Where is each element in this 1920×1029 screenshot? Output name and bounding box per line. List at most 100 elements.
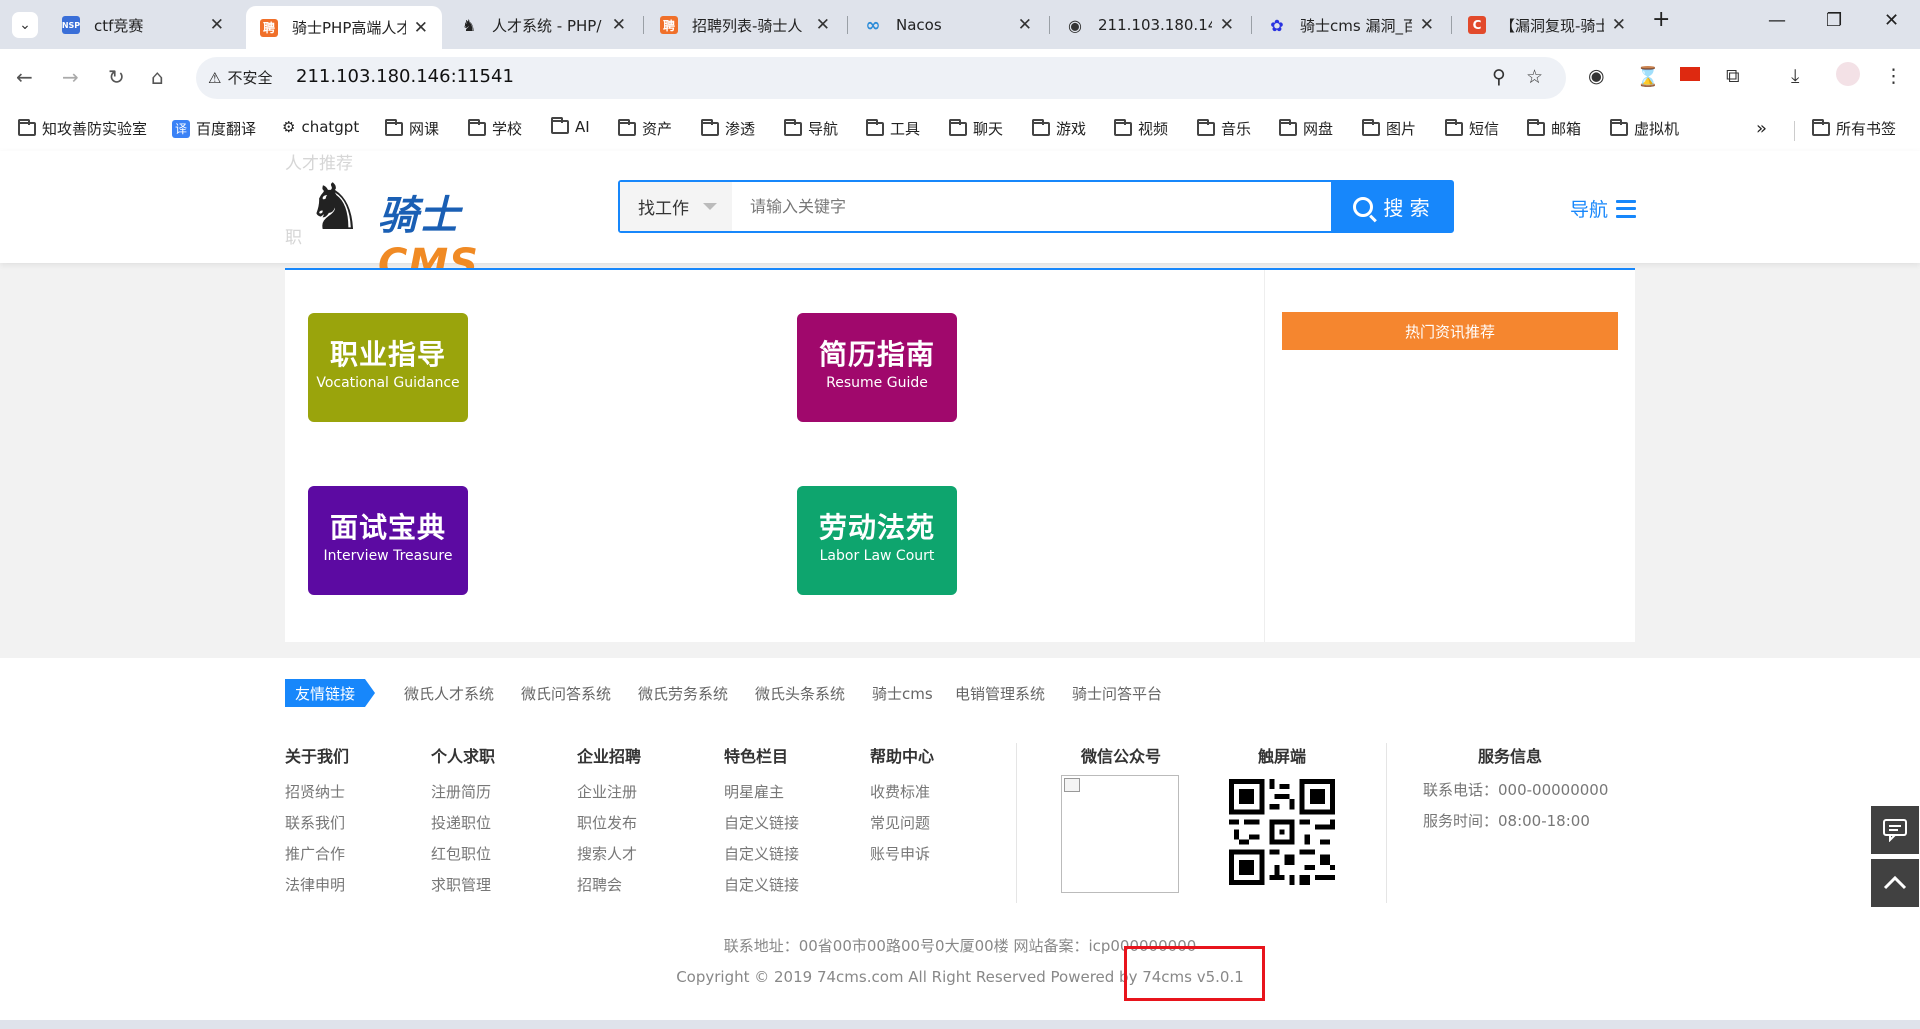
close-icon[interactable]: ✕ [1220, 15, 1234, 35]
search-button[interactable]: 搜 索 [1331, 182, 1452, 231]
footer-link[interactable]: 明星雇主 [724, 781, 799, 812]
omnibox[interactable]: ⚠ 不安全 211.103.180.146:11541 ⚲ ☆ [196, 57, 1566, 99]
bookmark-item[interactable]: 译百度翻译 [172, 118, 256, 139]
footer-link[interactable]: 招贤纳士 [285, 781, 349, 812]
bookmark-item[interactable]: 视频 [1114, 118, 1168, 139]
tab-2[interactable]: ♞ 人才系统 - PHP/ ✕ [446, 8, 640, 42]
tab-1-active[interactable]: 聘 骑士PHP高端人才 ✕ [246, 6, 442, 49]
site-footer: 友情链接 微氏人才系统 微氏问答系统 微氏劳务系统 微氏头条系统 骑士cms 电… [0, 658, 1920, 1029]
site-logo[interactable]: ♞ 骑士CMS [306, 167, 536, 287]
close-icon[interactable]: ✕ [210, 15, 224, 35]
footer-link[interactable]: 红包职位 [431, 843, 495, 874]
site-header: 人才推荐 职 ♞ 骑士CMS 找工作 搜 索 导航 [0, 151, 1920, 287]
tab-search-chevron-icon[interactable]: ⌄ [12, 12, 38, 38]
bookmark-item[interactable]: 邮箱 [1527, 118, 1581, 139]
card-resume-guide[interactable]: 简历指南 Resume Guide [797, 313, 957, 422]
tab-0[interactable]: NSP ctf竞赛 ✕ [48, 8, 238, 42]
minimize-icon[interactable]: — [1768, 10, 1786, 31]
footer-link[interactable]: 搜索人才 [577, 843, 641, 874]
footer-link[interactable]: 求职管理 [431, 874, 495, 905]
folder-icon [949, 118, 967, 136]
close-icon[interactable]: ✕ [1420, 15, 1434, 35]
card-labor-law-court[interactable]: 劳动法苑 Labor Law Court [797, 486, 957, 595]
tab-3[interactable]: 聘 招聘列表-骑士人 ✕ [646, 8, 844, 42]
close-icon[interactable]: ✕ [1612, 15, 1626, 35]
back-to-top-button[interactable] [1871, 859, 1919, 907]
folder-icon [1527, 118, 1545, 136]
search-input[interactable] [732, 182, 1332, 231]
tab-5[interactable]: ◉ 211.103.180.14 ✕ [1052, 8, 1248, 42]
more-bookmarks-chevron-icon[interactable]: » [1756, 118, 1767, 139]
bookmark-item[interactable]: AI [551, 117, 590, 136]
bookmark-item[interactable]: 音乐 [1197, 118, 1251, 139]
restore-icon[interactable]: ❐ [1826, 10, 1842, 31]
footer-link[interactable]: 自定义链接 [724, 843, 799, 874]
china-flag-icon[interactable] [1680, 67, 1700, 81]
footer-link[interactable]: 注册简历 [431, 781, 495, 812]
new-tab-plus-icon[interactable]: + [1652, 7, 1670, 32]
footer-link[interactable]: 联系我们 [285, 812, 349, 843]
friend-link[interactable]: 微氏头条系统 [755, 683, 845, 704]
not-secure-badge[interactable]: ⚠ 不安全 [208, 67, 272, 88]
tab-7[interactable]: C 【漏洞复现-骑士 ✕ [1454, 8, 1640, 42]
bookmark-item[interactable]: 导航 [784, 118, 838, 139]
bookmark-item[interactable]: 虚拟机 [1610, 118, 1679, 139]
home-icon[interactable]: ⌂ [151, 65, 164, 89]
profile-avatar[interactable] [1836, 62, 1860, 86]
close-icon[interactable]: ✕ [816, 15, 830, 35]
search-type-select[interactable]: 找工作 [620, 182, 732, 231]
friend-link[interactable]: 电销管理系统 [955, 683, 1045, 704]
bookmark-item[interactable]: 短信 [1445, 118, 1499, 139]
friend-link[interactable]: 骑士问答平台 [1072, 683, 1162, 704]
bookmark-item[interactable]: 知攻善防实验室 [18, 118, 147, 139]
menu-kebab-icon[interactable]: ⋮ [1884, 65, 1903, 87]
close-icon[interactable]: ✕ [414, 18, 428, 38]
footer-link[interactable]: 职位发布 [577, 812, 641, 843]
forward-arrow-icon[interactable]: → [62, 65, 79, 89]
card-vocational-guidance[interactable]: 职业指导 Vocational Guidance [308, 313, 468, 422]
footer-link[interactable]: 法律申明 [285, 874, 349, 905]
friend-link[interactable]: 微氏人才系统 [404, 683, 494, 704]
close-icon[interactable]: ✕ [1018, 15, 1032, 35]
feedback-chat-button[interactable] [1871, 806, 1919, 854]
bookmark-item[interactable]: 网盘 [1279, 118, 1333, 139]
reload-icon[interactable]: ↻ [108, 65, 125, 89]
footer-link[interactable]: 自定义链接 [724, 812, 799, 843]
friend-link[interactable]: 微氏劳务系统 [638, 683, 728, 704]
csdn-favicon-icon: C [1468, 16, 1486, 34]
footer-link[interactable]: 账号申诉 [870, 843, 934, 874]
download-icon[interactable]: ⤓ [1791, 65, 1799, 87]
footer-link[interactable]: 招聘会 [577, 874, 641, 905]
bookmark-item[interactable]: 资产 [618, 118, 672, 139]
footer-link[interactable]: 常见问题 [870, 812, 934, 843]
friend-link[interactable]: 骑士cms [872, 683, 933, 704]
bookmark-item[interactable]: ⚙ chatgpt [282, 118, 359, 136]
bookmark-item[interactable]: 网课 [385, 118, 439, 139]
extensions-puzzle-icon[interactable]: ⧉ [1726, 65, 1740, 87]
extension-circle-icon[interactable]: ◉ [1588, 65, 1605, 87]
zoom-icon[interactable]: ⚲ [1492, 66, 1506, 88]
close-icon[interactable]: ✕ [612, 15, 626, 35]
nav-menu-button[interactable]: 导航 [1570, 195, 1637, 222]
footer-link[interactable]: 收费标准 [870, 781, 934, 812]
bookmark-item[interactable]: 学校 [468, 118, 522, 139]
bookmark-item[interactable]: 游戏 [1032, 118, 1086, 139]
all-bookmarks[interactable]: 所有书签 [1812, 118, 1896, 139]
window-close-icon[interactable]: ✕ [1884, 10, 1899, 31]
footer-link[interactable]: 企业注册 [577, 781, 641, 812]
friend-link[interactable]: 微氏问答系统 [521, 683, 611, 704]
back-arrow-icon[interactable]: ← [16, 65, 33, 89]
url-text[interactable]: 211.103.180.146:11541 [296, 66, 514, 87]
bookmark-star-icon[interactable]: ☆ [1526, 66, 1543, 88]
footer-link[interactable]: 推广合作 [285, 843, 349, 874]
footer-link[interactable]: 自定义链接 [724, 874, 799, 905]
bookmark-item[interactable]: 图片 [1362, 118, 1416, 139]
extension-hourglass-icon[interactable]: ⌛ [1636, 65, 1660, 88]
card-interview-treasure[interactable]: 面试宝典 Interview Treasure [308, 486, 468, 595]
footer-link[interactable]: 投递职位 [431, 812, 495, 843]
bookmark-item[interactable]: 工具 [866, 118, 920, 139]
tab-6[interactable]: ✿ 骑士cms 漏洞_百 ✕ [1254, 8, 1448, 42]
tab-4[interactable]: ∞ Nacos ✕ [850, 8, 1046, 42]
bookmark-item[interactable]: 聊天 [949, 118, 1003, 139]
bookmark-item[interactable]: 渗透 [701, 118, 755, 139]
